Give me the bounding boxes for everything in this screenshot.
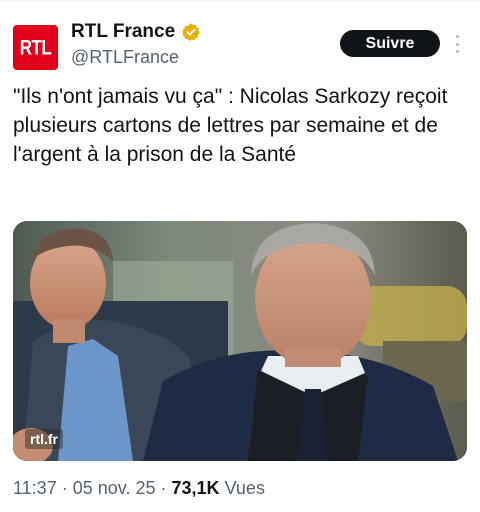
more-options-icon[interactable]	[454, 35, 460, 53]
avatar[interactable]: RTL	[13, 25, 58, 70]
tweet-image[interactable]: rtl.fr	[13, 221, 467, 461]
views-count: 73,1K	[171, 478, 220, 498]
tweet-meta: 11:37 · 05 nov. 25 · 73,1K Vues	[13, 476, 265, 500]
follow-button[interactable]: Suivre	[340, 30, 440, 57]
author-block: RTL France @RTLFrance	[71, 20, 201, 69]
tweet-date[interactable]: 05 nov. 25	[73, 478, 156, 498]
display-name[interactable]: RTL France	[71, 20, 175, 44]
top-divider	[0, 0, 480, 1]
rtl-logo: RTL	[19, 35, 52, 59]
meta-separator: ·	[61, 478, 68, 498]
photo	[13, 221, 467, 461]
views-label: Vues	[224, 478, 265, 498]
tweet-text: "Ils n'ont jamais vu ça" : Nicolas Sarko…	[13, 85, 448, 166]
handle[interactable]: @RTLFrance	[71, 45, 201, 69]
tweet-time[interactable]: 11:37	[13, 478, 57, 498]
media-watermark: rtl.fr	[25, 429, 63, 449]
meta-separator-2: ·	[160, 478, 167, 498]
verified-badge-icon	[182, 23, 200, 41]
